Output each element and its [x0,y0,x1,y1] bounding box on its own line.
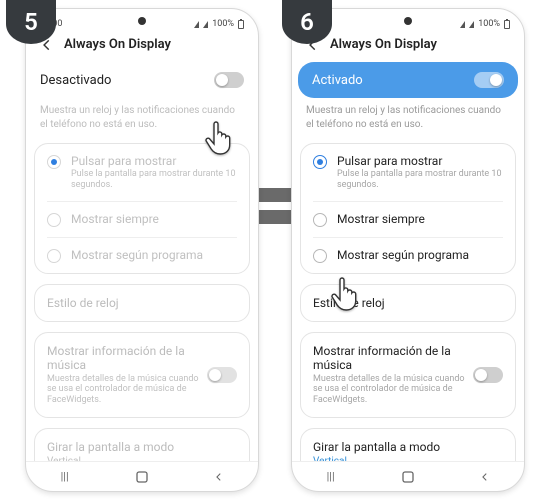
radio-icon [47,249,61,263]
nav-home-icon[interactable] [401,470,415,484]
camera-notch [138,17,146,25]
master-toggle-label: Desactivado [40,73,111,88]
rotate-row[interactable]: Girar la pantalla a modo Vertical [35,429,249,461]
clock-style-row[interactable]: Estilo de reloj [301,285,515,321]
clock-style-row[interactable]: Estilo de reloj [35,285,249,321]
rotate-row[interactable]: Girar la pantalla a modo Vertical [301,429,515,461]
page-title: Always On Display [330,37,437,52]
master-toggle[interactable] [474,72,504,88]
misc-card: Girar la pantalla a modo Vertical Brillo… [34,428,250,461]
radio-sublabel: Pulse la pantalla para mostrar durante 1… [71,169,237,191]
battery-icon [504,20,510,29]
radio-icon [313,155,327,169]
clock-style-card: Estilo de reloj [34,284,250,322]
music-toggle[interactable] [473,367,503,383]
radio-show-always[interactable]: Mostrar siempre [301,202,515,237]
radio-label: Mostrar siempre [71,212,159,226]
row-sublabel: Muestra detalles de la música cuando se … [47,374,207,406]
master-toggle[interactable] [214,72,244,88]
battery-percent: 100% [478,19,500,29]
phone-step-6: 10:00 100% Always On Display Activado Mu… [291,8,525,492]
clock-style-card: Estilo de reloj [300,284,516,322]
radio-show-scheduled[interactable]: Mostrar según programa [35,238,249,273]
signal-icon [460,21,465,28]
radio-icon [313,249,327,263]
row-label: Estilo de reloj [313,296,385,310]
feature-description: Muestra un reloj y las notificaciones cu… [292,98,524,143]
radio-tap-to-show[interactable]: Pulsar para mostrar Pulse la pantalla pa… [301,144,515,201]
radio-icon [47,155,61,169]
music-info-card: Mostrar información de la música Muestra… [34,332,250,418]
row-label: Girar la pantalla a modo [47,440,174,454]
music-info-row[interactable]: Mostrar información de la música Muestra… [35,333,249,417]
page-title: Always On Display [64,37,171,52]
wifi-icon [203,21,208,28]
row-label: Girar la pantalla a modo [313,440,440,454]
page-header: Always On Display [26,31,258,62]
radio-show-always[interactable]: Mostrar siempre [35,202,249,237]
music-info-row[interactable]: Mostrar información de la música Muestra… [301,333,515,417]
music-toggle[interactable] [207,367,237,383]
battery-percent: 100% [212,19,234,29]
master-toggle-label: Activado [312,73,363,88]
radio-label: Mostrar según programa [337,248,469,262]
master-toggle-row[interactable]: Desactivado [26,62,258,98]
radio-label: Pulsar para mostrar [71,154,237,168]
radio-tap-to-show[interactable]: Pulsar para mostrar Pulse la pantalla pa… [35,144,249,201]
radio-sublabel: Pulse la pantalla para mostrar durante 1… [337,169,503,191]
display-mode-card: Pulsar para mostrar Pulse la pantalla pa… [300,143,516,274]
wifi-icon [469,21,474,28]
radio-label: Pulsar para mostrar [337,154,503,168]
radio-icon [313,213,327,227]
row-label: Mostrar información de la música [47,344,207,372]
nav-recents-icon[interactable]: ||| [324,470,338,484]
nav-back-icon[interactable] [478,470,492,484]
feature-description: Muestra un reloj y las notificaciones cu… [26,98,258,143]
display-mode-card: Pulsar para mostrar Pulse la pantalla pa… [34,143,250,274]
master-toggle-row[interactable]: Activado [298,62,518,98]
row-label: Mostrar información de la música [313,344,473,372]
nav-bar: ||| [292,461,524,491]
battery-icon [238,20,244,29]
signal-icon [194,21,199,28]
misc-card: Girar la pantalla a modo Vertical Brillo… [300,428,516,461]
radio-label: Mostrar según programa [71,248,203,262]
nav-back-icon[interactable] [212,470,226,484]
step-badge-6: 6 [282,0,332,44]
phone-step-5: 10:00 100% Always On Display Desactivado… [25,8,259,492]
step-badge-5: 5 [6,0,56,44]
row-sublabel: Muestra detalles de la música cuando se … [313,374,473,406]
nav-home-icon[interactable] [135,470,149,484]
radio-label: Mostrar siempre [337,212,425,226]
radio-icon [47,213,61,227]
music-info-card: Mostrar información de la música Muestra… [300,332,516,418]
row-label: Estilo de reloj [47,296,119,310]
camera-notch [404,17,412,25]
nav-recents-icon[interactable]: ||| [58,470,72,484]
nav-bar: ||| [26,461,258,491]
radio-show-scheduled[interactable]: Mostrar según programa [301,238,515,273]
